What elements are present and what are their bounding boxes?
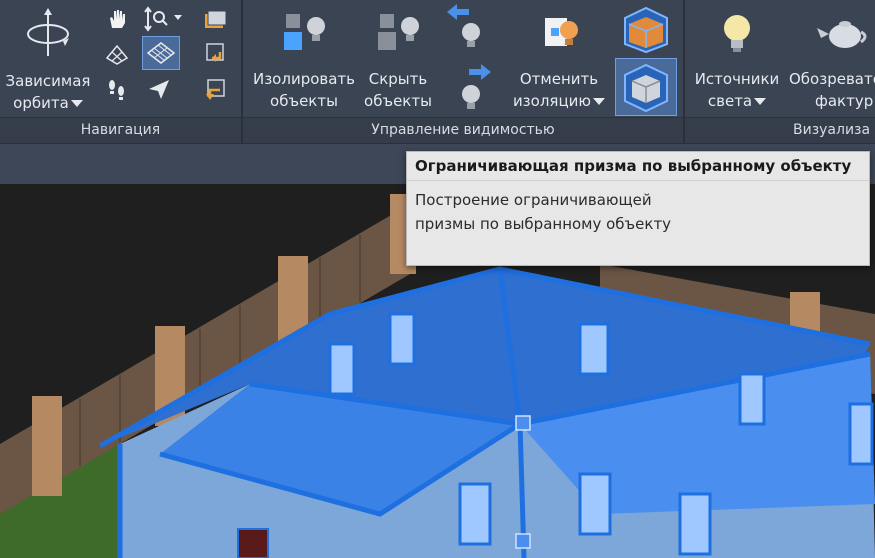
orbit-label-line1: Зависимая — [5, 72, 91, 90]
house-door — [237, 528, 269, 558]
footsteps-icon[interactable] — [104, 76, 130, 102]
tooltip: Ограничивающая призма по выбранному объе… — [406, 151, 870, 266]
materials-browser-button[interactable]: Обозревате фактур — [789, 8, 875, 116]
fly-plane-icon[interactable] — [146, 76, 172, 102]
orbit-label-line2: орбита — [13, 94, 69, 112]
dropdown-arrow-icon[interactable] — [754, 98, 767, 105]
selection-grip[interactable] — [515, 533, 531, 549]
navigation-panel: Зависимая орбита Навигация — [0, 0, 241, 143]
isolate-objects-icon — [284, 14, 325, 50]
cancel-isolation-button[interactable]: Отменить изоляцию — [507, 8, 611, 116]
materials-browser-label-line2: фактур — [815, 92, 874, 110]
visibility-panel: Изолировать объекты Скрыть объекты Отмен… — [243, 0, 683, 143]
cancel-isolation-icon — [545, 18, 578, 46]
orbit-button[interactable]: Зависимая орбита — [2, 6, 94, 116]
hide-objects-label-line1: Скрыть — [368, 70, 428, 88]
light-sources-label-line2: света — [707, 92, 753, 110]
visualization-panel: Источники света Обозревате фактур Визуал… — [685, 0, 875, 143]
navigation-panel-title: Навигация — [0, 117, 241, 143]
tooltip-description: Построение ограничивающей призмы по выбр… — [415, 191, 672, 233]
visibility-panel-title: Управление видимостью — [243, 117, 683, 143]
light-sources-label-line1: Источники — [694, 70, 780, 88]
light-sources-button[interactable]: Источники света — [687, 8, 787, 116]
visualization-panel-title: Визуализа — [685, 117, 875, 143]
zoom-icon[interactable] — [144, 6, 184, 32]
view-undo-icon[interactable] — [202, 76, 228, 102]
dropdown-arrow-icon[interactable] — [593, 98, 606, 105]
fence-post — [32, 396, 62, 496]
isolate-objects-label-line1: Изолировать — [252, 70, 356, 88]
tooltip-divider — [407, 180, 869, 181]
bounding-prism-icon — [624, 63, 668, 113]
isolate-out-icon[interactable] — [453, 62, 495, 114]
isolate-objects-label-line2: объекты — [270, 92, 338, 110]
light-bulb-icon — [724, 15, 750, 52]
orbit-icon — [27, 8, 69, 56]
ribbon: Зависимая орбита Навигация Изолировать о… — [0, 0, 875, 144]
dropdown-arrow-icon[interactable] — [70, 100, 83, 107]
selection-grip[interactable] — [515, 415, 531, 431]
hide-objects-button[interactable]: Скрыть объекты — [357, 8, 439, 116]
walk-grid-icon[interactable] — [104, 40, 130, 66]
materials-browser-label-line1: Обозревате — [789, 70, 875, 88]
grid-plane-icon — [146, 42, 176, 64]
pan-hand-icon[interactable] — [104, 6, 130, 32]
isolate-objects-button[interactable]: Изолировать объекты — [249, 8, 359, 116]
hide-objects-label-line2: объекты — [364, 92, 432, 110]
grid-view-button[interactable] — [142, 36, 180, 70]
tooltip-title: Ограничивающая призма по выбранному объе… — [415, 157, 852, 175]
hide-objects-icon — [378, 14, 419, 50]
cancel-isolation-label-line2: изоляцию — [512, 92, 592, 110]
bounding-prism-selected-button[interactable] — [615, 58, 677, 116]
view-rotate-icon[interactable] — [202, 40, 228, 66]
cancel-isolation-label-line1: Отменить — [519, 70, 599, 88]
isolate-in-icon[interactable] — [443, 2, 485, 54]
views-stack-icon[interactable] — [202, 6, 228, 32]
bounding-box-icon[interactable] — [619, 4, 673, 54]
teapot-icon — [817, 21, 867, 48]
